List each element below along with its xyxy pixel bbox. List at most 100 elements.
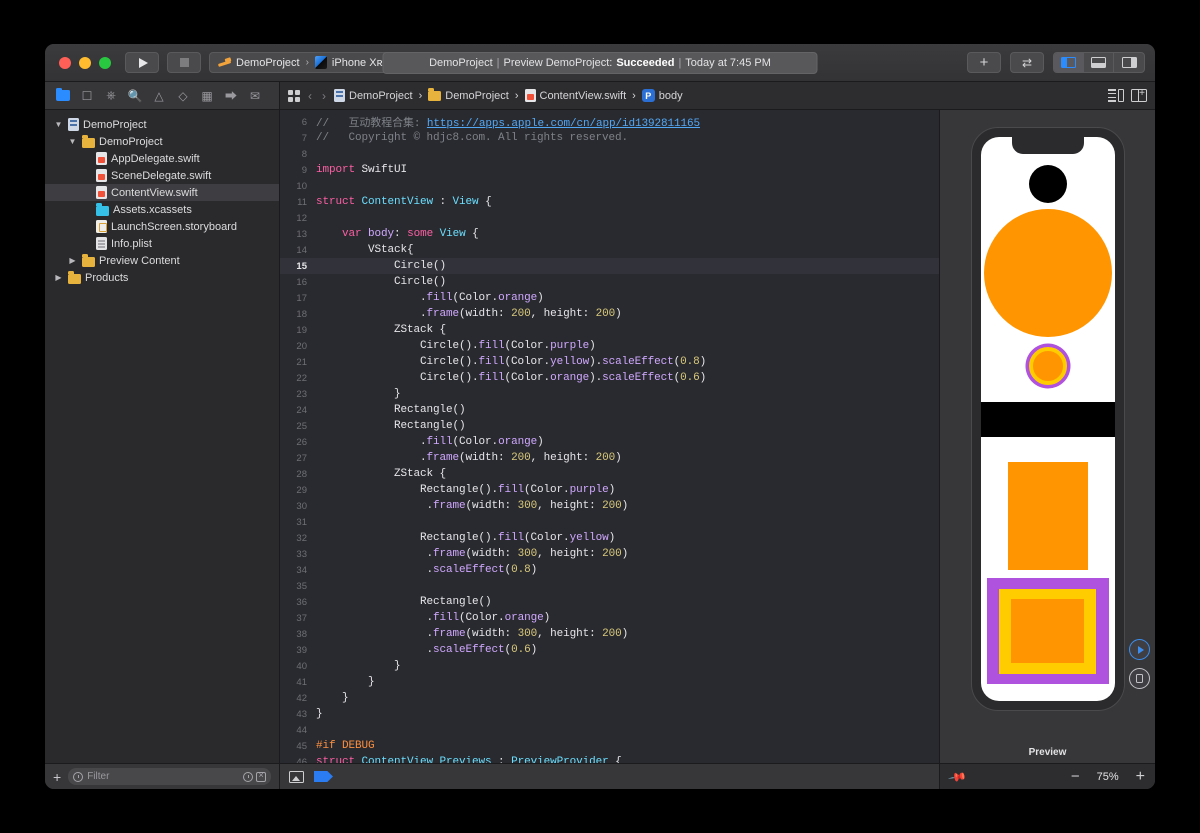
related-items-icon[interactable] [288, 89, 300, 102]
live-preview-button[interactable] [1129, 639, 1150, 660]
code-line[interactable]: 44 [280, 722, 939, 738]
report-navigator-icon[interactable]: ✉ [243, 86, 267, 106]
tree-row[interactable]: ▶ ContentView.swift [45, 184, 279, 201]
code-line[interactable]: 6 // 互动教程合集: https://apps.apple.com/cn/ap… [280, 114, 939, 131]
inspect-preview-button[interactable] [1129, 668, 1150, 689]
scheme-selector[interactable]: DemoProject › iPhone Xʀ [209, 52, 392, 73]
code-line[interactable]: 45 #if DEBUG [280, 738, 939, 754]
code-line[interactable]: 33 .frame(width: 300, height: 200) [280, 546, 939, 562]
code-line[interactable]: 32 Rectangle().fill(Color.yellow) [280, 530, 939, 546]
code-line[interactable]: 14 VStack{ [280, 242, 939, 258]
find-navigator-icon[interactable]: 🔍 [123, 86, 147, 106]
code-line[interactable]: 25 Rectangle() [280, 418, 939, 434]
code-line[interactable]: 9 import SwiftUI [280, 162, 939, 178]
breakpoint-navigator-icon[interactable]: ⮕ [219, 86, 243, 106]
code-line[interactable]: 40 } [280, 658, 939, 674]
toggle-navigator-pane[interactable] [1054, 53, 1084, 72]
code-line[interactable]: 7 // Copyright © hdjc8.com. All rights re… [280, 130, 939, 146]
code-line[interactable]: 16 Circle() [280, 274, 939, 290]
code-lines[interactable]: 6 // 互动教程合集: https://apps.apple.com/cn/ap… [280, 110, 939, 763]
code-line[interactable]: 35 [280, 578, 939, 594]
assistant-editor-icon[interactable] [289, 770, 304, 783]
code-line[interactable]: 38 .frame(width: 300, height: 200) [280, 626, 939, 642]
code-text: .frame(width: 300, height: 200) [316, 548, 629, 560]
add-assistant-editor-icon[interactable] [1131, 88, 1147, 102]
code-line[interactable]: 21 Circle().fill(Color.yellow).scaleEffe… [280, 354, 939, 370]
tree-row[interactable]: ▼ DemoProject [45, 133, 279, 150]
code-line[interactable]: 42 } [280, 690, 939, 706]
issue-navigator-icon[interactable]: △ [147, 86, 171, 106]
tree-row[interactable]: ▶ Assets.xcassets [45, 201, 279, 218]
code-line[interactable]: 29 Rectangle().fill(Color.purple) [280, 482, 939, 498]
add-file-button[interactable]: + [53, 770, 61, 784]
toggle-debug-pane[interactable] [1084, 53, 1114, 72]
code-line[interactable]: 15 Circle() [280, 258, 939, 274]
code-line[interactable]: 8 [280, 146, 939, 162]
issue-tag-icon[interactable] [314, 771, 333, 782]
device-screen[interactable] [980, 137, 1115, 701]
disclosure-triangle[interactable]: ▼ [53, 120, 64, 129]
tree-row[interactable]: ▼ DemoProject [45, 116, 279, 133]
code-line[interactable]: 10 [280, 178, 939, 194]
tree-row[interactable]: ▶ Info.plist [45, 235, 279, 252]
code-line[interactable]: 39 .scaleEffect(0.6) [280, 642, 939, 658]
code-line[interactable]: 34 .scaleEffect(0.8) [280, 562, 939, 578]
code-line[interactable]: 46 struct ContentView_Previews : PreviewP… [280, 754, 939, 763]
tree-row[interactable]: ▶ LaunchScreen.storyboard [45, 218, 279, 235]
close-button[interactable] [59, 56, 71, 69]
clock-icon[interactable] [243, 771, 253, 782]
zoom-button[interactable] [99, 56, 111, 69]
project-navigator-icon[interactable] [51, 86, 75, 106]
status-time: Today at 7:45 PM [685, 56, 771, 69]
code-line[interactable]: 27 .frame(width: 200, height: 200) [280, 450, 939, 466]
code-line[interactable]: 43} [280, 706, 939, 722]
stop-button[interactable] [167, 52, 201, 73]
symbol-navigator-icon[interactable]: ⎈ [99, 86, 123, 106]
back-button[interactable]: ‹ [306, 89, 314, 103]
code-line[interactable]: 24 Rectangle() [280, 402, 939, 418]
zoom-in-button[interactable]: + [1136, 768, 1145, 785]
pin-icon[interactable]: 📌 [947, 766, 967, 786]
disclosure-triangle[interactable]: ▼ [67, 137, 78, 146]
code-line[interactable]: 11 struct ContentView : View { [280, 194, 939, 210]
disclosure-triangle[interactable]: ▶ [67, 256, 78, 265]
breadcrumb-folder[interactable]: DemoProject [428, 88, 509, 102]
breadcrumb-symbol[interactable]: P body [641, 89, 683, 102]
code-line[interactable]: 18 .frame(width: 200, height: 200) [280, 306, 939, 322]
toggle-inspector-pane[interactable] [1114, 53, 1144, 72]
code-line[interactable]: 17 .fill(Color.orange) [280, 290, 939, 306]
breadcrumb-file[interactable]: ContentView.swift [524, 89, 626, 102]
test-navigator-icon[interactable]: ◇ [171, 86, 195, 106]
add-editor-button[interactable]: + [967, 52, 1001, 73]
source-control-navigator-icon[interactable]: ☐ [75, 86, 99, 106]
code-line[interactable]: 19 ZStack { [280, 322, 939, 338]
code-line[interactable]: 41 } [280, 674, 939, 690]
minimap-icon[interactable] [1108, 89, 1124, 102]
code-line[interactable]: 31 [280, 514, 939, 530]
code-line[interactable]: 30 .frame(width: 300, height: 200) [280, 498, 939, 514]
debug-navigator-icon[interactable]: ▦ [195, 86, 219, 106]
forward-button[interactable]: › [320, 89, 328, 103]
code-line[interactable]: 37 .fill(Color.orange) [280, 610, 939, 626]
minimize-button[interactable] [79, 56, 91, 69]
code-line[interactable]: 26 .fill(Color.orange) [280, 434, 939, 450]
code-line[interactable]: 20 Circle().fill(Color.purple) [280, 338, 939, 354]
swap-editor-button[interactable]: ⇄ [1010, 52, 1044, 73]
tree-row[interactable]: ▶ AppDelegate.swift [45, 150, 279, 167]
code-line[interactable]: 12 [280, 210, 939, 226]
breadcrumb-project[interactable]: DemoProject [334, 89, 413, 102]
zoom-out-button[interactable]: − [1071, 769, 1080, 784]
code-line[interactable]: 36 Rectangle() [280, 594, 939, 610]
code-line[interactable]: 13 var body: some View { [280, 226, 939, 242]
tree-row[interactable]: ▶ Products [45, 269, 279, 286]
canvas-stage[interactable] [940, 110, 1155, 741]
clear-icon[interactable] [256, 770, 266, 782]
code-line[interactable]: 28 ZStack { [280, 466, 939, 482]
tree-row[interactable]: ▶ Preview Content [45, 252, 279, 269]
code-line[interactable]: 23 } [280, 386, 939, 402]
disclosure-triangle[interactable]: ▶ [53, 273, 64, 282]
filter-input[interactable]: Filter [68, 768, 271, 785]
run-button[interactable] [125, 52, 159, 73]
tree-row[interactable]: ▶ SceneDelegate.swift [45, 167, 279, 184]
code-line[interactable]: 22 Circle().fill(Color.orange).scaleEffe… [280, 370, 939, 386]
